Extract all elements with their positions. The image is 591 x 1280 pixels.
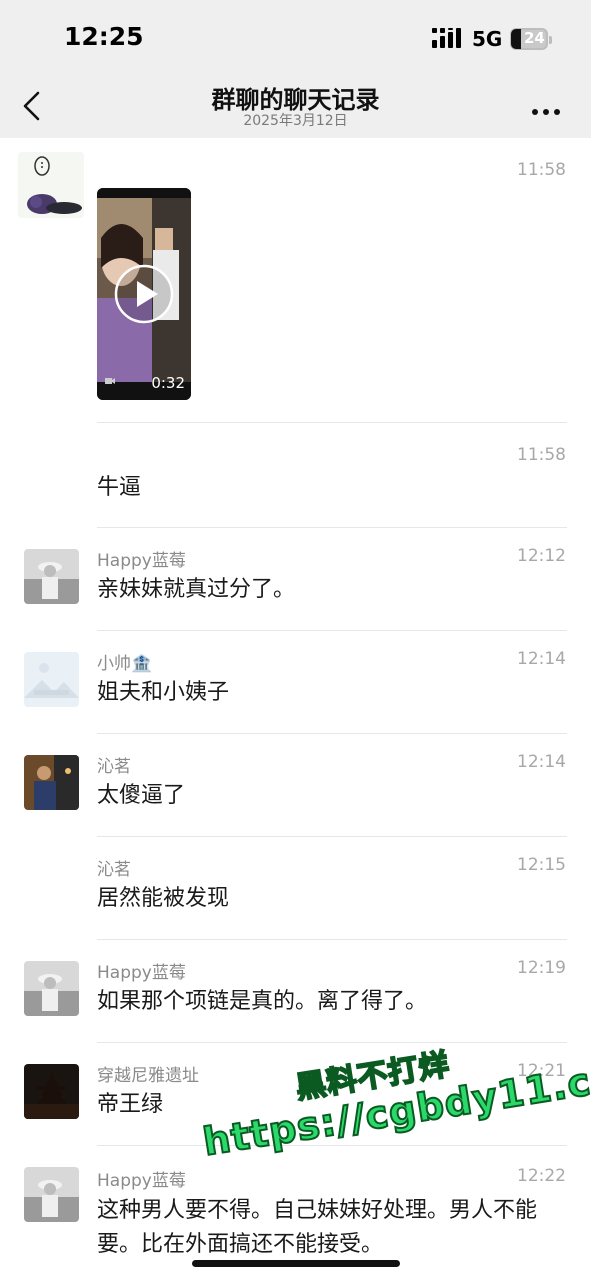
- network-label: 5G: [472, 27, 503, 51]
- divider: [97, 422, 567, 423]
- avatar[interactable]: [24, 652, 79, 707]
- sender-name: 小帅🏦: [97, 654, 153, 674]
- divider: [97, 630, 567, 631]
- message-time: 12:14: [517, 649, 566, 669]
- message-time: 11:58: [517, 445, 566, 465]
- message-time: 12:15: [517, 855, 566, 875]
- divider: [97, 733, 567, 734]
- message-time: 11:58: [517, 160, 566, 180]
- camera-icon: [105, 378, 115, 384]
- message-time: 12:19: [517, 958, 566, 978]
- sender-name: 穿越尼雅遗址: [97, 1066, 199, 1086]
- message-text: 帝王绿: [97, 1092, 164, 1117]
- message-text: 这种男人要不得。自己妹妹好处理。男人不能要。比在外面搞还不能接受。: [97, 1198, 538, 1257]
- avatar[interactable]: [24, 1167, 79, 1222]
- battery-icon: 24: [510, 28, 552, 50]
- divider: [97, 939, 567, 940]
- more-dot-icon: [543, 109, 549, 115]
- nav-bar: 群聊的聊天记录 2025年3月12日: [0, 72, 591, 138]
- play-icon: [114, 264, 174, 324]
- message-time: 12:14: [517, 752, 566, 772]
- message-time: 12:12: [517, 546, 566, 566]
- status-time: 12:25: [64, 22, 144, 51]
- video-message[interactable]: 0:32: [97, 188, 191, 400]
- signal-icon: [432, 28, 461, 48]
- avatar[interactable]: [24, 1064, 79, 1119]
- video-duration: 0:32: [151, 374, 185, 392]
- status-bar: 12:25 5G 24: [0, 0, 591, 72]
- message-text: 居然能被发现: [97, 886, 230, 911]
- divider: [97, 1042, 567, 1043]
- message-text: 太傻逼了: [97, 783, 186, 808]
- message-time: 12:22: [517, 1166, 566, 1186]
- home-indicator[interactable]: [192, 1260, 400, 1267]
- message-text: 姐夫和小姨子: [97, 680, 230, 705]
- sender-name: Happy蓝莓: [97, 963, 186, 983]
- message-text: 亲妹妹就真过分了。: [97, 577, 296, 602]
- sender-name: 沁茗: [97, 757, 131, 777]
- page-subtitle: 2025年3月12日: [243, 113, 348, 129]
- more-options-button[interactable]: [532, 100, 566, 115]
- avatar[interactable]: [18, 152, 84, 218]
- more-dot-icon: [554, 109, 560, 115]
- sender-name: 沁茗: [97, 860, 131, 880]
- message-time: 12:21: [517, 1061, 566, 1081]
- divider: [97, 836, 567, 837]
- sender-name: Happy蓝莓: [97, 1171, 186, 1191]
- more-dot-icon: [532, 109, 538, 115]
- divider: [97, 527, 567, 528]
- battery-level: 24: [524, 29, 545, 47]
- avatar[interactable]: [24, 549, 79, 604]
- avatar[interactable]: [24, 961, 79, 1016]
- message-text: 牛逼: [97, 475, 142, 500]
- message-text: 如果那个项链是真的。离了得了。: [97, 989, 428, 1014]
- avatar[interactable]: [24, 755, 79, 810]
- divider: [97, 1145, 567, 1146]
- chat-history-list[interactable]: 11:58 0:32 11:58 牛逼 Happy蓝莓 12:12 亲妹妹就真过…: [0, 138, 591, 1280]
- sender-name: Happy蓝莓: [97, 551, 186, 571]
